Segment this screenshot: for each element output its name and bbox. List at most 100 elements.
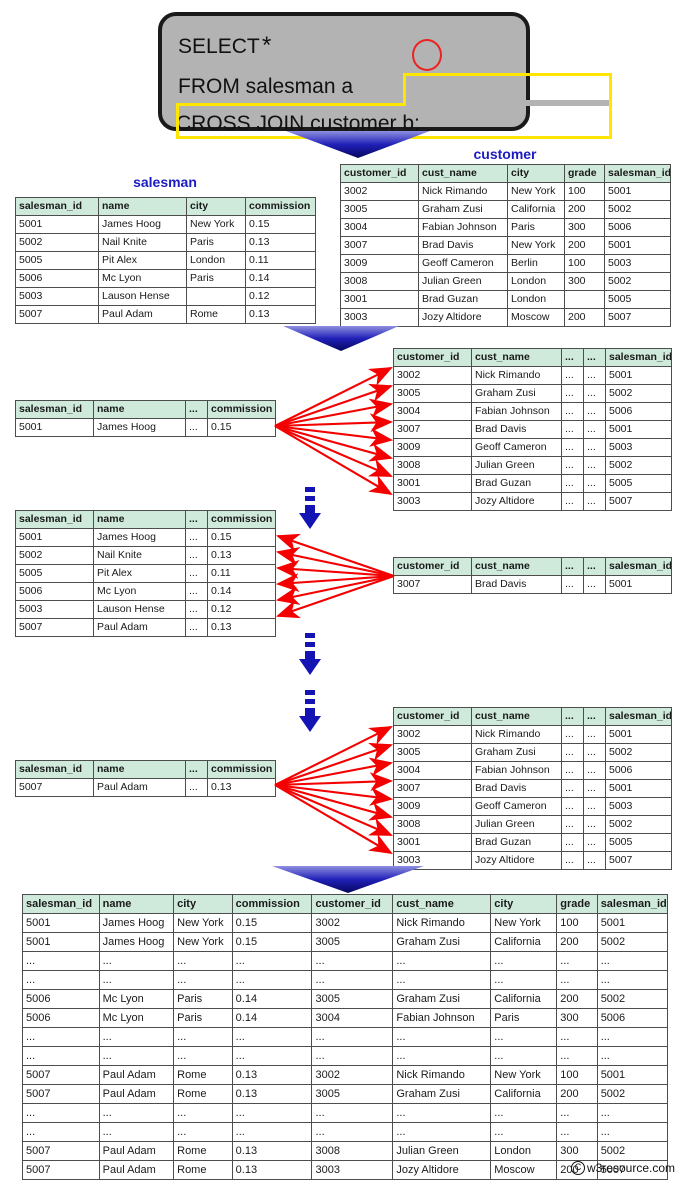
table-row: 3002 Nick Rimando...... 5001: [393, 725, 672, 744]
table-cell: 5007: [605, 851, 672, 870]
table-cell: ...: [311, 951, 394, 971]
table-cell: 5006: [604, 218, 671, 237]
table-cell: Paris: [173, 989, 233, 1009]
table-row: 5001 James Hoog New York 0.15 3002 Nick Riman…: [22, 913, 669, 933]
table-cell: 5001: [22, 932, 100, 952]
table-cell: 0.13: [207, 618, 276, 637]
table-cell: 0.13: [245, 233, 316, 252]
table-cell: 5006: [22, 1008, 100, 1028]
table-row: 5006 Mc Lyon... 0.14: [15, 582, 276, 601]
table-cell: 3003: [340, 308, 419, 327]
table-cell: 5006: [15, 269, 99, 288]
table-cell: 200: [556, 1084, 598, 1104]
column-header: salesman_id: [605, 557, 672, 576]
table-cell: Mc Lyon: [98, 989, 175, 1009]
column-header: cust_name: [392, 894, 492, 914]
column-header: ...: [185, 400, 208, 419]
table-cell: ...: [98, 1122, 175, 1142]
customer-table: customer_id cust_name city grade salesman_id…: [340, 164, 671, 327]
column-header: city: [507, 164, 565, 183]
table-cell: 3005: [393, 384, 472, 403]
table-cell: ...: [173, 951, 233, 971]
table-cell: 5006: [15, 582, 94, 601]
table-row: 5001 James Hoog... 0.15: [15, 418, 276, 437]
table-cell: ...: [173, 1027, 233, 1047]
table-cell: 200: [564, 236, 605, 255]
table-cell: Paris: [186, 269, 246, 288]
column-header: customer_id: [393, 707, 472, 726]
column-header: salesman_id: [15, 510, 94, 529]
table-cell: ...: [583, 456, 606, 475]
table-cell: Lauson Hense: [93, 600, 186, 619]
table-row: 3004 Fabian Johnson Paris 300 5006: [340, 218, 671, 237]
table-header-row: salesman_id name... commission: [15, 510, 276, 529]
column-header: ...: [561, 348, 584, 367]
table-row: 3003 Jozy Altidore...... 5007: [393, 851, 672, 870]
table-cell: ...: [583, 725, 606, 744]
table-header-row: salesman_id name... commission: [15, 760, 276, 779]
table-row: 3009 Geoff Cameron Berlin 100 5003: [340, 254, 671, 273]
table-cell: ...: [583, 833, 606, 852]
table-cell: 0.15: [207, 528, 276, 547]
table-header-row: salesman_id name city commission: [15, 197, 316, 216]
table-cell: 100: [556, 913, 598, 933]
table-cell: London: [490, 1141, 558, 1161]
table-cell: 5001: [605, 575, 672, 594]
column-header: customer_id: [340, 164, 419, 183]
table-cell: ...: [596, 1103, 669, 1123]
table-row: 3009 Geoff Cameron...... 5003: [393, 438, 672, 457]
table-cell: ...: [556, 1122, 598, 1142]
table-cell: Nail Knite: [93, 546, 186, 565]
column-header: city: [173, 894, 233, 914]
table-cell: 0.13: [231, 1084, 313, 1104]
table-cell: 0.15: [231, 932, 313, 952]
table-header-row: salesman_id name city commission customer_id…: [22, 894, 669, 914]
column-header: salesman_id: [15, 197, 99, 216]
table-cell: 5002: [604, 272, 671, 291]
table-cell: 3004: [340, 218, 419, 237]
table-row: 3009 Geoff Cameron...... 5003: [393, 797, 672, 816]
column-header: salesman_id: [15, 760, 94, 779]
table-row: 3004 Fabian Johnson...... 5006: [393, 402, 672, 421]
table-cell: ...: [556, 1046, 598, 1066]
table-cell: ...: [583, 438, 606, 457]
table-cell: 3001: [340, 290, 419, 309]
table-cell: ...: [185, 546, 208, 565]
table-cell: ...: [311, 1027, 394, 1047]
column-header: commission: [207, 510, 276, 529]
table-cell: 3004: [393, 761, 472, 780]
table-cell: 0.13: [207, 778, 276, 797]
table-header-row: customer_id cust_name...... salesman_id: [393, 557, 672, 576]
table-row: 3007 Brad Davis...... 5001: [393, 575, 672, 594]
table-cell: 5006: [605, 761, 672, 780]
footer-copyright: Cw3resource.com: [570, 1160, 675, 1175]
table-cell: ...: [596, 1122, 669, 1142]
table-cell: Rome: [173, 1065, 233, 1085]
table-row: 3008 Julian Green London 300 5002: [340, 272, 671, 291]
table-row: ...........................: [22, 1103, 669, 1123]
table-cell: 3001: [393, 833, 472, 852]
table-cell: 3009: [340, 254, 419, 273]
table-cell: 5001: [605, 366, 672, 385]
step2-customer-table: customer_id cust_name...... salesman_id 30…: [393, 557, 672, 594]
flow-chevron-3: [272, 866, 424, 894]
table-cell: Moscow: [507, 308, 565, 327]
table-cell: James Hoog: [93, 528, 186, 547]
table-cell: ...: [583, 384, 606, 403]
table-cell: ...: [98, 970, 175, 990]
table-cell: Graham Zusi: [471, 384, 562, 403]
table-cell: 200: [564, 308, 605, 327]
table-cell: ...: [583, 761, 606, 780]
table-cell: 0.13: [207, 546, 276, 565]
table-cell: ...: [561, 366, 584, 385]
sql-star-token: *: [262, 32, 272, 59]
table-header-row: customer_id cust_name city grade salesman_id: [340, 164, 671, 183]
column-header: customer_id: [393, 348, 472, 367]
table-cell: ...: [22, 970, 100, 990]
table-row: 3001 Brad Guzan...... 5005: [393, 474, 672, 493]
table-cell: ...: [231, 1027, 313, 1047]
table-cell: ...: [561, 492, 584, 511]
table-cell: ...: [561, 779, 584, 798]
table-cell: New York: [173, 932, 233, 952]
table-cell: 100: [556, 1065, 598, 1085]
